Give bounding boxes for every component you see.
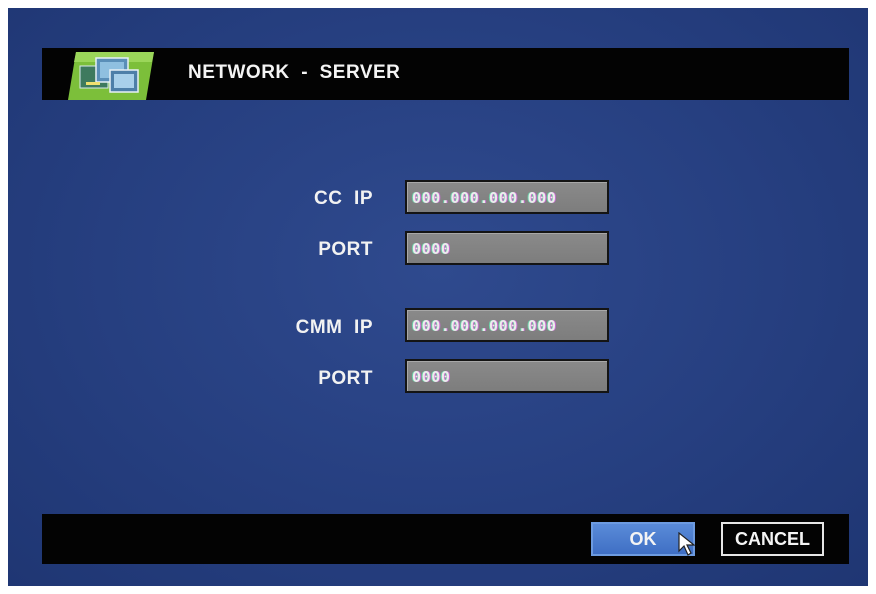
cmm-ip-label: CMM IP — [295, 317, 373, 338]
cmm-port-value: 0000 — [412, 368, 451, 386]
cc-ip-field[interactable]: 000.000.000.000 — [405, 180, 609, 214]
mouse-cursor-icon — [678, 532, 696, 556]
cc-port-label: PORT — [318, 239, 373, 260]
cmm-ip-value: 000.000.000.000 — [412, 317, 557, 335]
network-server-screen: NETWORK - SERVER CC IP 000.000.000.000 P… — [8, 8, 868, 586]
cmm-port-label: PORT — [318, 368, 373, 389]
cancel-button[interactable]: CANCEL — [721, 522, 824, 556]
cc-ip-label: CC IP — [314, 188, 373, 209]
cc-port-field[interactable]: 0000 — [405, 231, 609, 265]
cc-port-value: 0000 — [412, 240, 451, 258]
cmm-port-field[interactable]: 0000 — [405, 359, 609, 393]
cmm-ip-field[interactable]: 000.000.000.000 — [405, 308, 609, 342]
page-title: NETWORK - SERVER — [188, 62, 401, 83]
network-server-icon — [68, 52, 154, 100]
cc-ip-value: 000.000.000.000 — [412, 189, 557, 207]
title-bar: NETWORK - SERVER — [42, 48, 849, 100]
footer-bar: OK CANCEL — [42, 514, 849, 564]
